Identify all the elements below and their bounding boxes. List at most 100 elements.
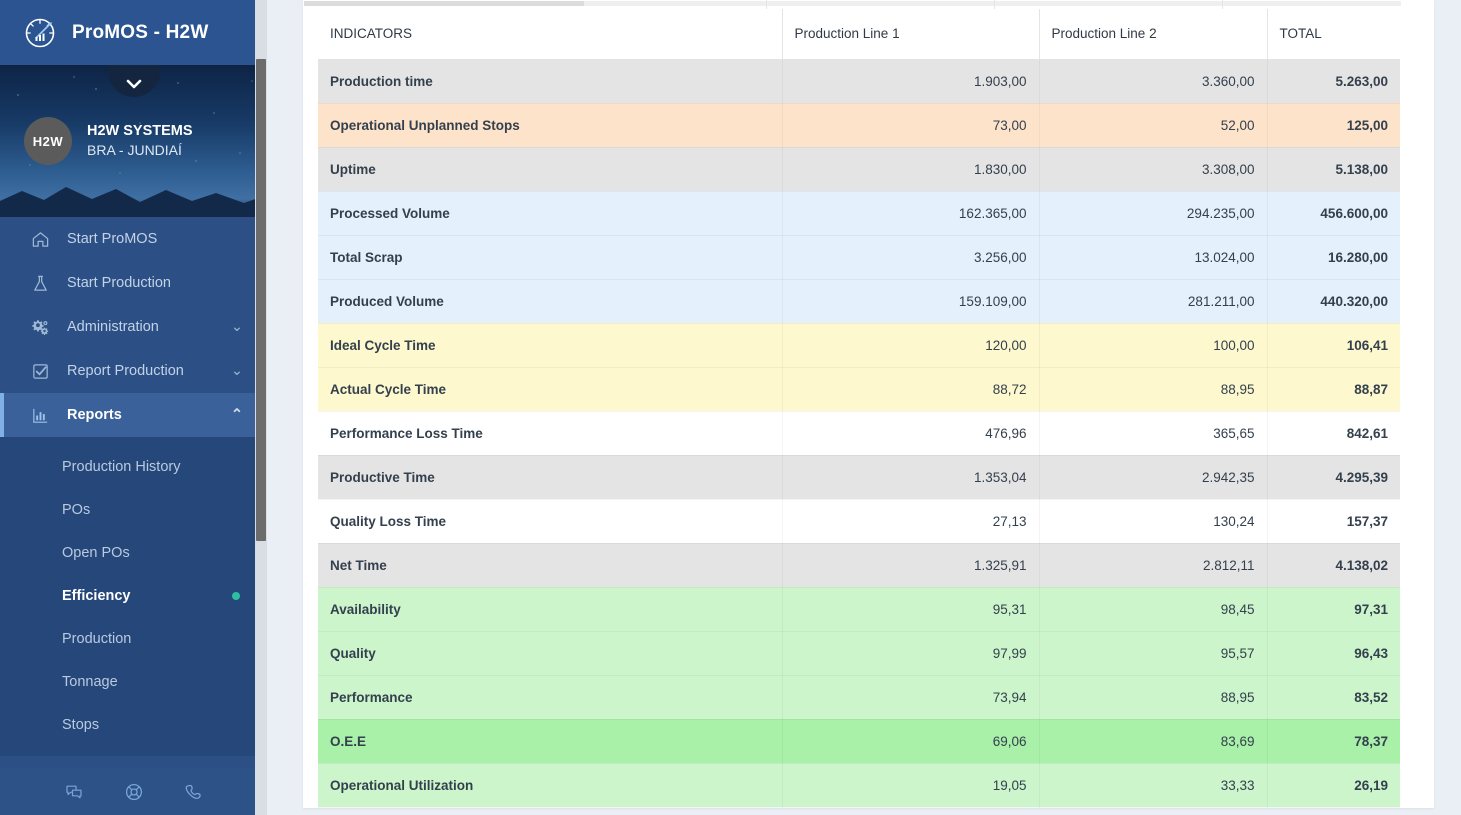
row-value-line1: 73,94 [782, 675, 1039, 719]
row-value-total: 96,43 [1267, 631, 1400, 675]
row-value-line1: 69,06 [782, 719, 1039, 763]
table-row[interactable]: Uptime1.830,003.308,005.138,00 [318, 147, 1400, 191]
bar-chart-icon [30, 405, 50, 425]
row-value-line2: 2.812,11 [1039, 543, 1267, 587]
column-header-production-line-1[interactable]: Production Line 1 [782, 9, 1039, 59]
scrollbar-thumb[interactable] [304, 1, 584, 6]
sidebar-subitem-efficiency[interactable]: Efficiency [0, 574, 267, 617]
row-value-line1: 88,72 [782, 367, 1039, 411]
sidebar-item-label: Report Production [67, 363, 184, 379]
chevron-down-icon: ⌄ [231, 363, 243, 379]
row-indicator-label: Uptime [318, 147, 782, 191]
table-row[interactable]: Operational Utilization19,0533,3326,19 [318, 763, 1400, 807]
table-body: Production time1.903,003.360,005.263,00O… [318, 59, 1400, 807]
row-value-line1: 27,13 [782, 499, 1039, 543]
table-row[interactable]: Production time1.903,003.360,005.263,00 [318, 59, 1400, 103]
row-value-total: 106,41 [1267, 323, 1400, 367]
sidebar-subitem-label: Efficiency [62, 588, 131, 604]
sidebar-scrollbar-thumb[interactable] [256, 59, 266, 541]
avatar: H2W [24, 117, 72, 165]
row-value-line1: 95,31 [782, 587, 1039, 631]
row-value-line2: 294.235,00 [1039, 191, 1267, 235]
row-indicator-label: Availability [318, 587, 782, 631]
row-value-line2: 100,00 [1039, 323, 1267, 367]
sidebar-item-start-production[interactable]: Start Production [0, 261, 267, 305]
efficiency-indicators-table: INDICATORS Production Line 1 Production … [318, 9, 1400, 808]
table-row[interactable]: Productive Time1.353,042.942,354.295,39 [318, 455, 1400, 499]
sidebar-subitem-pos[interactable]: POs [0, 488, 267, 531]
chat-icon[interactable] [64, 782, 84, 802]
sidebar-item-label: Start Production [67, 275, 171, 291]
row-value-line1: 1.325,91 [782, 543, 1039, 587]
gears-icon [30, 317, 50, 337]
table-row[interactable]: Quality97,9995,5796,43 [318, 631, 1400, 675]
sidebar-footer [0, 768, 267, 815]
sidebar-item-label: Start ProMOS [67, 231, 157, 247]
home-icon [30, 229, 50, 249]
row-value-line1: 3.256,00 [782, 235, 1039, 279]
table-row[interactable]: Performance73,9488,9583,52 [318, 675, 1400, 719]
row-indicator-label: Production time [318, 59, 782, 103]
lifebuoy-icon[interactable] [124, 782, 144, 802]
sidebar-subitem-production-history[interactable]: Production History [0, 445, 267, 488]
sidebar-item-report-production[interactable]: Report Production ⌄ [0, 349, 267, 393]
sidebar-subitem-label: POs [62, 502, 90, 518]
column-header-total[interactable]: TOTAL [1267, 9, 1400, 59]
row-value-line2: 130,24 [1039, 499, 1267, 543]
table-header-row: INDICATORS Production Line 1 Production … [318, 9, 1400, 59]
speedometer-icon [22, 15, 58, 51]
table-row[interactable]: Quality Loss Time27,13130,24157,37 [318, 499, 1400, 543]
table-row[interactable]: Operational Unplanned Stops73,0052,00125… [318, 103, 1400, 147]
column-header-indicators[interactable]: INDICATORS [318, 9, 782, 59]
table-row[interactable]: Net Time1.325,912.812,114.138,02 [318, 543, 1400, 587]
sidebar-item-label: Administration [67, 319, 159, 335]
row-indicator-label: Quality [318, 631, 782, 675]
table-row[interactable]: Availability95,3198,4597,31 [318, 587, 1400, 631]
sidebar-item-reports[interactable]: Reports ⌃ [0, 393, 267, 437]
row-indicator-label: Actual Cycle Time [318, 367, 782, 411]
row-indicator-label: Performance Loss Time [318, 411, 782, 455]
row-value-line2: 52,00 [1039, 103, 1267, 147]
table-row[interactable]: Produced Volume159.109,00281.211,00440.3… [318, 279, 1400, 323]
table-horizontal-scrollbar[interactable] [303, 0, 1434, 9]
row-value-line2: 33,33 [1039, 763, 1267, 807]
sidebar-subitem-tonnage[interactable]: Tonnage [0, 660, 267, 703]
row-value-line1: 1.353,04 [782, 455, 1039, 499]
row-indicator-label: Processed Volume [318, 191, 782, 235]
row-indicator-label: Ideal Cycle Time [318, 323, 782, 367]
company-name: H2W SYSTEMS [87, 122, 193, 142]
row-value-line2: 2.942,35 [1039, 455, 1267, 499]
row-value-total: 26,19 [1267, 763, 1400, 807]
table-row[interactable]: Total Scrap3.256,0013.024,0016.280,00 [318, 235, 1400, 279]
row-value-total: 125,00 [1267, 103, 1400, 147]
sidebar-subitem-production[interactable]: Production [0, 617, 267, 660]
row-value-line1: 162.365,00 [782, 191, 1039, 235]
column-divider [994, 0, 995, 9]
row-value-line2: 281.211,00 [1039, 279, 1267, 323]
sidebar-scrollbar[interactable] [255, 0, 267, 815]
mountain-silhouette [0, 175, 267, 217]
column-divider [1222, 0, 1223, 9]
table-row[interactable]: Processed Volume162.365,00294.235,00456.… [318, 191, 1400, 235]
row-value-total: 4.138,02 [1267, 543, 1400, 587]
row-value-total: 97,31 [1267, 587, 1400, 631]
table-row[interactable]: Performance Loss Time476,96365,65842,61 [318, 411, 1400, 455]
check-square-icon [30, 361, 50, 381]
row-value-line2: 98,45 [1039, 587, 1267, 631]
sidebar-item-administration[interactable]: Administration ⌄ [0, 305, 267, 349]
table-row[interactable]: Actual Cycle Time88,7288,9588,87 [318, 367, 1400, 411]
sidebar-subitem-stops[interactable]: Stops [0, 703, 267, 746]
sidebar-subitem-open-pos[interactable]: Open POs [0, 531, 267, 574]
main-content: INDICATORS Production Line 1 Production … [267, 0, 1461, 815]
row-value-line1: 1.903,00 [782, 59, 1039, 103]
sidebar-item-start-promos[interactable]: Start ProMOS [0, 217, 267, 261]
profile-info[interactable]: H2W H2W SYSTEMS BRA - JUNDIAÍ [24, 117, 193, 165]
row-value-total: 88,87 [1267, 367, 1400, 411]
table-row[interactable]: O.E.E69,0683,6978,37 [318, 719, 1400, 763]
row-value-total: 4.295,39 [1267, 455, 1400, 499]
table-row[interactable]: Ideal Cycle Time120,00100,00106,41 [318, 323, 1400, 367]
app-title: ProMOS - H2W [72, 22, 208, 44]
row-value-line1: 73,00 [782, 103, 1039, 147]
phone-icon[interactable] [184, 782, 204, 802]
column-header-production-line-2[interactable]: Production Line 2 [1039, 9, 1267, 59]
